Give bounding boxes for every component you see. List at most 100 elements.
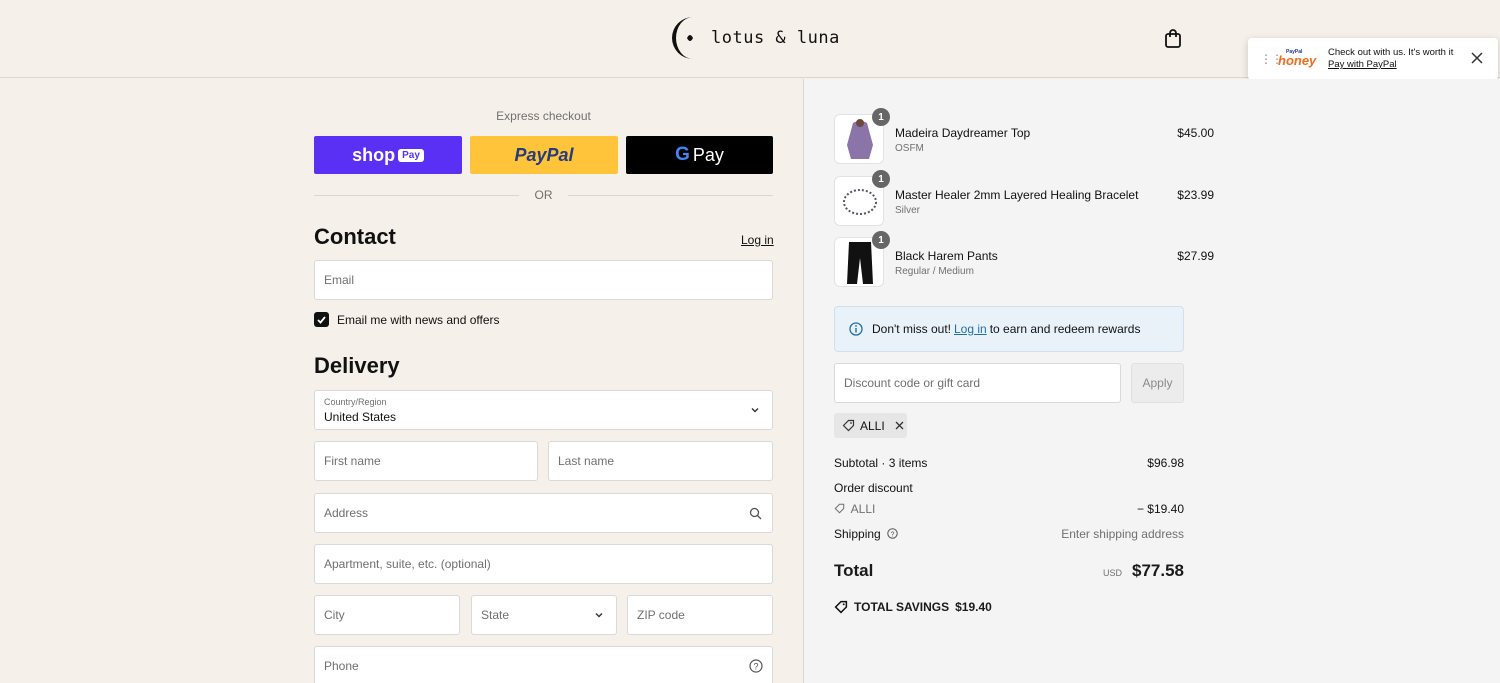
item-variant: OSFM bbox=[895, 143, 924, 154]
item-price: $23.99 bbox=[1177, 188, 1214, 202]
first-name-placeholder: First name bbox=[324, 454, 381, 468]
honey-message: Check out with us. It's worth it Pay wit… bbox=[1328, 47, 1463, 71]
discount-placeholder: Discount code or gift card bbox=[844, 376, 981, 390]
moon-lotus-logo-icon bbox=[669, 15, 709, 61]
phone-placeholder: Phone bbox=[324, 659, 359, 673]
email-opt-in-checkbox[interactable] bbox=[314, 312, 329, 327]
address-field[interactable]: Address bbox=[314, 493, 773, 533]
order-discount-label: Order discount bbox=[834, 481, 913, 495]
subtotal-value: $96.98 bbox=[1147, 456, 1184, 470]
country-value: United States bbox=[324, 410, 397, 424]
discount-code-row: ALLI − $19.40 bbox=[834, 502, 1184, 516]
help-circle-icon[interactable]: ? bbox=[887, 528, 898, 539]
order-discount-row: Order discount bbox=[834, 481, 1184, 495]
country-select[interactable]: Country/Region United States bbox=[314, 390, 773, 430]
subtotal-row: Subtotal · 3 items $96.98 bbox=[834, 456, 1184, 470]
email-opt-in-label: Email me with news and offers bbox=[337, 312, 500, 327]
checkout-form: Express checkout shop Pay PayPal G Pay O… bbox=[0, 79, 803, 683]
first-name-field[interactable]: First name bbox=[314, 441, 538, 481]
item-variant: Silver bbox=[895, 205, 921, 216]
rewards-text: Don't miss out! bbox=[872, 322, 951, 336]
item-price: $27.99 bbox=[1177, 249, 1214, 263]
discount-code-label: ALLI bbox=[850, 502, 876, 516]
login-link[interactable]: Log in bbox=[741, 233, 774, 247]
google-g-icon: G bbox=[675, 144, 690, 165]
drag-handle-icon[interactable]: ⋮⋮ bbox=[1260, 53, 1283, 65]
quantity-badge: 1 bbox=[872, 231, 890, 249]
close-icon[interactable] bbox=[1470, 51, 1484, 65]
item-name: Madeira Daydreamer Top bbox=[895, 126, 1031, 140]
phone-field[interactable]: Phone ? bbox=[314, 646, 773, 683]
address-placeholder: Address bbox=[324, 506, 369, 520]
honey-logo: PayPal honey bbox=[1278, 49, 1318, 69]
email-field[interactable]: Email bbox=[314, 260, 773, 300]
line-item: 1 Black Harem Pants Regular / Medium $27… bbox=[834, 231, 1214, 289]
order-summary: 1 Madeira Daydreamer Top OSFM $45.00 1 M… bbox=[803, 79, 1500, 683]
honey-message-text: Check out with us. It's worth it bbox=[1328, 47, 1454, 58]
line-item: 1 Madeira Daydreamer Top OSFM $45.00 bbox=[834, 108, 1214, 166]
line-item: 1 Master Healer 2mm Layered Healing Brac… bbox=[834, 170, 1214, 228]
shop-pay-button[interactable]: shop Pay bbox=[314, 136, 462, 174]
svg-text:?: ? bbox=[891, 531, 895, 538]
brand-name: lotus & luna bbox=[711, 28, 840, 48]
rewards-text-end: to earn and redeem rewards bbox=[989, 322, 1141, 336]
item-price: $45.00 bbox=[1177, 126, 1214, 140]
paypal-button[interactable]: PayPal bbox=[470, 136, 618, 174]
quantity-badge: 1 bbox=[872, 108, 890, 126]
shop-pay-text: shop bbox=[352, 144, 396, 165]
google-pay-text: Pay bbox=[692, 144, 724, 165]
last-name-field[interactable]: Last name bbox=[548, 441, 773, 481]
currency-code: USD bbox=[1102, 568, 1122, 578]
country-label: Country/Region bbox=[324, 397, 387, 407]
total-savings: TOTAL SAVINGS $19.40 bbox=[834, 600, 992, 614]
tag-icon bbox=[842, 419, 855, 432]
savings-amount: $19.40 bbox=[955, 600, 992, 614]
email-opt-in-row: Email me with news and offers bbox=[314, 312, 500, 327]
state-placeholder: State bbox=[481, 608, 510, 622]
shipping-row: Shipping ? Enter shipping address bbox=[834, 527, 1184, 541]
info-icon bbox=[849, 322, 863, 336]
savings-label: TOTAL SAVINGS bbox=[854, 600, 950, 614]
state-select[interactable]: State bbox=[471, 595, 617, 635]
applied-discount-tag: ALLI bbox=[834, 413, 907, 438]
shopping-bag-icon bbox=[1165, 29, 1181, 48]
shipping-value: Enter shipping address bbox=[1061, 527, 1184, 541]
delivery-heading: Delivery bbox=[314, 353, 400, 378]
svg-text:?: ? bbox=[753, 662, 758, 672]
google-pay-button[interactable]: G Pay bbox=[626, 136, 773, 174]
quantity-badge: 1 bbox=[872, 170, 890, 188]
city-placeholder: City bbox=[324, 608, 345, 622]
paypal-text: PayPal bbox=[514, 144, 574, 165]
checkmark-icon bbox=[317, 316, 326, 324]
apply-button[interactable]: Apply bbox=[1131, 363, 1184, 403]
apartment-placeholder: Apartment, suite, etc. (optional) bbox=[324, 557, 491, 571]
apartment-field[interactable]: Apartment, suite, etc. (optional) bbox=[314, 544, 773, 584]
rewards-banner: Don't miss out! Log in to earn and redee… bbox=[834, 306, 1184, 352]
honey-logo-text: honey bbox=[1278, 53, 1317, 68]
total-row: Total USD $77.58 bbox=[834, 561, 1184, 581]
tag-icon bbox=[834, 600, 848, 614]
cart-button[interactable] bbox=[1163, 28, 1183, 50]
tag-icon bbox=[834, 503, 845, 514]
brand-logo[interactable]: lotus & luna bbox=[669, 15, 840, 61]
zip-field[interactable]: ZIP code bbox=[627, 595, 773, 635]
subtotal-label: Subtotal · 3 items bbox=[834, 456, 928, 470]
rewards-login-link[interactable]: Log in bbox=[954, 322, 987, 336]
chevron-down-icon bbox=[751, 408, 759, 413]
item-name: Master Healer 2mm Layered Healing Bracel… bbox=[895, 188, 1139, 202]
item-variant: Regular / Medium bbox=[895, 266, 974, 277]
last-name-placeholder: Last name bbox=[558, 454, 615, 468]
or-divider: OR bbox=[314, 187, 773, 203]
pay-with-paypal-link[interactable]: Pay with PayPal bbox=[1328, 59, 1397, 70]
express-checkout-label: Express checkout bbox=[496, 109, 591, 123]
help-circle-icon[interactable]: ? bbox=[749, 659, 763, 673]
total-label: Total bbox=[834, 561, 874, 580]
discount-code-field[interactable]: Discount code or gift card bbox=[834, 363, 1121, 403]
shipping-label: Shipping bbox=[834, 527, 881, 541]
honey-popup: ⋮⋮ PayPal honey Check out with us. It's … bbox=[1248, 38, 1498, 80]
zip-placeholder: ZIP code bbox=[637, 608, 685, 622]
item-name: Black Harem Pants bbox=[895, 249, 998, 263]
city-field[interactable]: City bbox=[314, 595, 460, 635]
remove-discount-icon[interactable] bbox=[894, 420, 905, 431]
chevron-down-icon bbox=[595, 613, 603, 618]
